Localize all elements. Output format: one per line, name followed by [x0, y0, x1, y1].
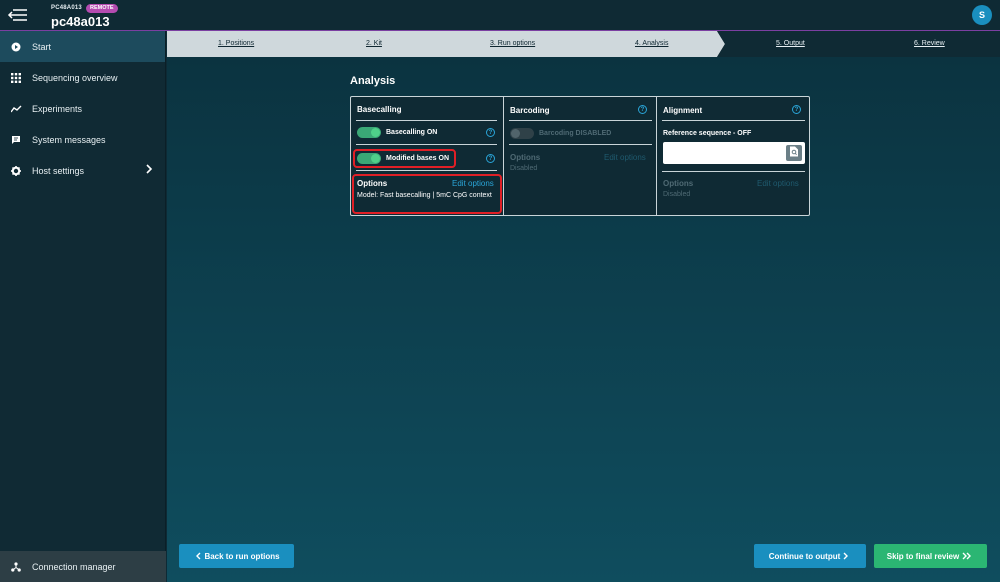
divider [662, 171, 805, 172]
modified-bases-toggle[interactable] [357, 153, 381, 164]
browse-file-button[interactable] [786, 145, 802, 161]
basecalling-options-title: Options [357, 179, 388, 188]
barcoding-edit-options-link[interactable]: Edit options [604, 153, 646, 162]
basecalling-section: Basecalling Basecalling ON ? Modified ba… [351, 97, 503, 215]
reference-sequence-label: Reference sequence - OFF [663, 130, 752, 137]
line-chart-icon [10, 103, 22, 115]
basecalling-toggle[interactable] [357, 127, 381, 138]
grid-icon [10, 72, 22, 84]
page-title: Analysis [350, 75, 396, 87]
alignment-status: Disabled [663, 191, 691, 198]
step-kit[interactable]: 2. Kit [366, 40, 382, 47]
sidebar-item-label: Start [32, 41, 52, 52]
alignment-title: Alignment [663, 106, 703, 115]
sidebar-item-system-messages[interactable]: System messages [0, 124, 165, 155]
skip-button-label: Skip to final review [886, 551, 960, 561]
connection-manager-label: Connection manager [32, 561, 116, 572]
help-icon[interactable]: ? [486, 128, 495, 137]
alignment-section: Alignment ? Reference sequence - OFF Opt… [656, 97, 809, 215]
divider [356, 170, 497, 171]
network-icon [10, 561, 22, 573]
host-id: PC48A013 [51, 5, 82, 11]
sidebar: Start Sequencing overview Experiments Sy… [0, 31, 166, 582]
barcoding-status: Disabled [510, 165, 538, 172]
basecalling-title: Basecalling [357, 105, 402, 114]
sidebar-item-label: System messages [32, 134, 106, 145]
sidebar-item-host-settings[interactable]: Host settings [0, 155, 165, 186]
gear-icon [10, 165, 22, 177]
skip-to-final-review-button[interactable]: Skip to final review [874, 544, 987, 568]
help-icon[interactable]: ? [792, 105, 801, 114]
analysis-panel: Basecalling Basecalling ON ? Modified ba… [350, 96, 810, 216]
basecalling-edit-options-link[interactable]: Edit options [452, 179, 494, 188]
help-icon[interactable]: ? [486, 154, 495, 163]
divider [662, 120, 805, 121]
divider [509, 120, 652, 121]
stepper: 1. Positions 2. Kit 3. Run options 4. An… [167, 31, 1000, 57]
step-run-options[interactable]: 3. Run options [490, 40, 535, 47]
barcoding-section: Barcoding ? Barcoding DISABLED Options E… [503, 97, 656, 215]
chevron-right-icon [146, 164, 153, 176]
play-circle-icon [10, 41, 22, 53]
step-output[interactable]: 5. Output [776, 40, 805, 47]
help-icon[interactable]: ? [638, 105, 647, 114]
alignment-options-title: Options [663, 179, 694, 188]
remote-badge: REMOTE [86, 4, 118, 13]
divider [356, 144, 497, 145]
modified-bases-toggle-label: Modified bases ON [386, 155, 450, 162]
sidebar-item-experiments[interactable]: Experiments [0, 93, 165, 124]
basecalling-toggle-label: Basecalling ON [386, 129, 438, 136]
top-bar: PC48A013 REMOTE pc48a013 S [0, 0, 1000, 31]
stepper-background [167, 31, 1000, 57]
step-positions[interactable]: 1. Positions [218, 40, 254, 47]
alignment-edit-options-link[interactable]: Edit options [757, 179, 799, 188]
sidebar-item-label: Sequencing overview [32, 72, 118, 83]
back-to-run-options-button[interactable]: Back to run options [179, 544, 294, 568]
chevron-left-icon [196, 552, 201, 560]
chevron-right-icon [843, 552, 849, 560]
step-review[interactable]: 6. Review [914, 40, 945, 47]
sidebar-item-sequencing-overview[interactable]: Sequencing overview [0, 62, 165, 93]
back-button-label: Back to run options [204, 551, 280, 561]
collapse-menu-icon[interactable] [6, 8, 28, 22]
barcoding-title: Barcoding [510, 106, 550, 115]
continue-button-label: Continue to output [768, 551, 841, 561]
continue-to-output-button[interactable]: Continue to output [754, 544, 866, 568]
barcoding-options-title: Options [510, 153, 541, 162]
step-analysis[interactable]: 4. Analysis [635, 40, 668, 47]
reference-sequence-field[interactable] [663, 142, 805, 164]
divider [509, 144, 652, 145]
sidebar-item-label: Experiments [32, 103, 83, 114]
message-icon [10, 134, 22, 146]
sidebar-item-label: Host settings [32, 165, 85, 176]
basecalling-model-text: Model: Fast basecalling | 5mC CpG contex… [357, 192, 492, 199]
sidebar-item-start[interactable]: Start [0, 31, 165, 62]
host-name: pc48a013 [51, 14, 110, 29]
double-chevron-right-icon [962, 552, 972, 560]
user-avatar[interactable]: S [972, 5, 992, 25]
connection-manager-button[interactable]: Connection manager [0, 551, 166, 582]
barcoding-toggle-label: Barcoding DISABLED [539, 130, 612, 137]
barcoding-toggle[interactable] [510, 128, 534, 139]
file-search-icon [789, 144, 799, 162]
divider [356, 120, 497, 121]
